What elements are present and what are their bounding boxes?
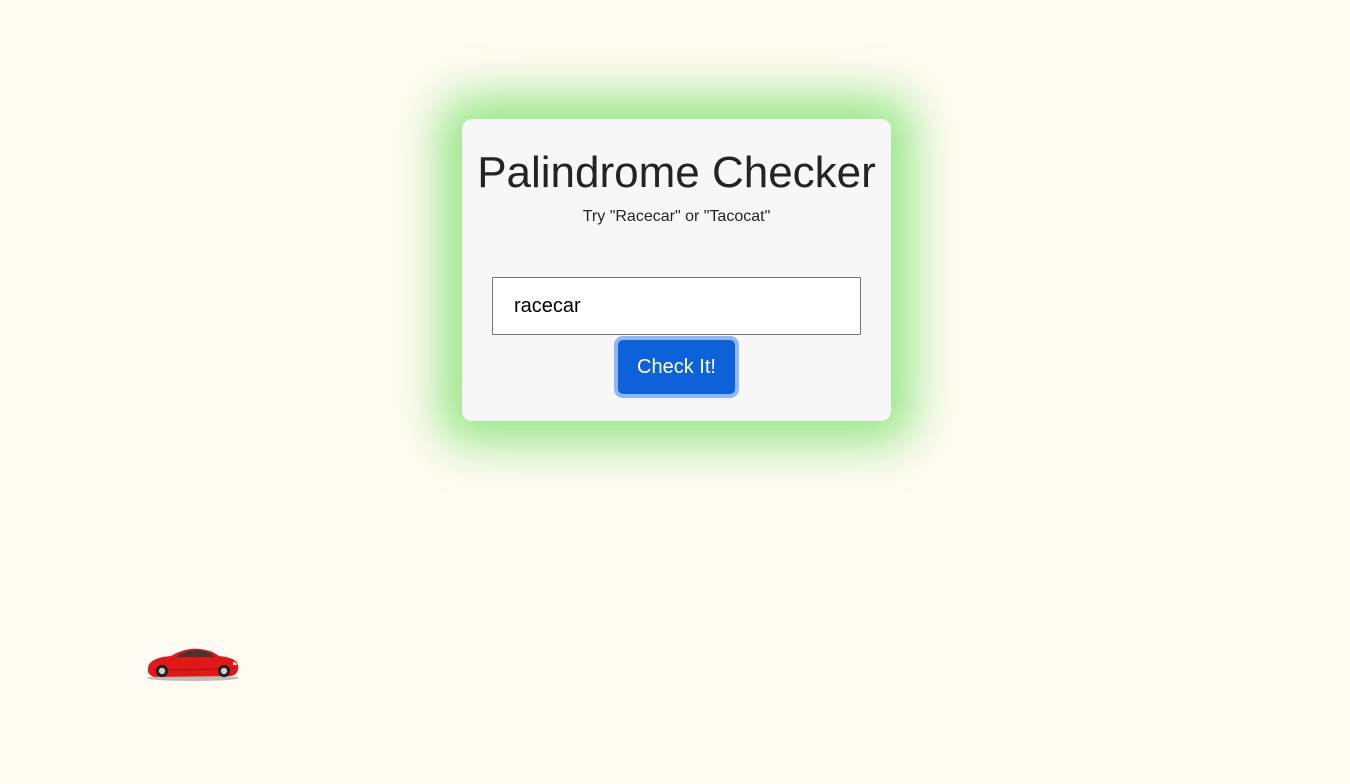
palindrome-input[interactable] xyxy=(492,277,861,335)
palindrome-checker-card: Palindrome Checker Try "Racecar" or "Tac… xyxy=(462,119,891,421)
red-sports-car-icon xyxy=(145,643,240,683)
page-title: Palindrome Checker xyxy=(477,148,876,197)
check-it-button[interactable]: Check It! xyxy=(618,340,735,394)
hint-text: Try "Racecar" or "Tacocat" xyxy=(582,208,771,225)
